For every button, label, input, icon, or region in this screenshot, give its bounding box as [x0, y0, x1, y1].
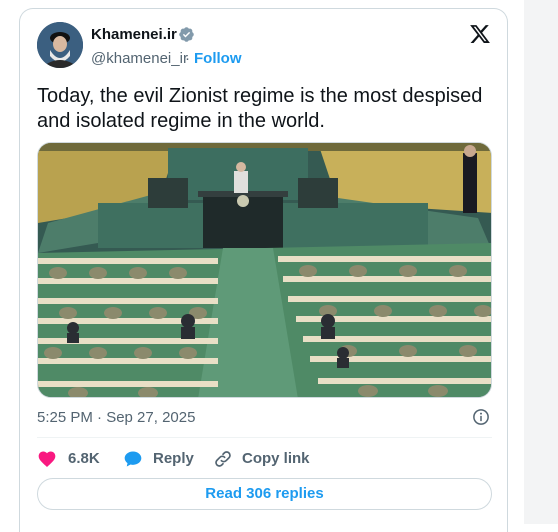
reply-button[interactable]: Reply: [123, 449, 198, 471]
like-count: 6.8K: [68, 450, 100, 467]
separator-dot: ·: [185, 50, 190, 67]
tweet-text: Today, the evil Zionist regime is the mo…: [37, 85, 483, 132]
reply-label: Reply: [153, 450, 194, 467]
avatar[interactable]: [37, 22, 83, 68]
display-name[interactable]: Khamenei.ir: [91, 26, 177, 43]
copy-link-label: Copy link: [242, 450, 310, 467]
link-icon: [215, 451, 231, 467]
assembly-hall-photo: [38, 143, 491, 397]
read-replies-button[interactable]: Read 306 replies: [37, 478, 492, 510]
info-icon[interactable]: [472, 408, 490, 426]
tweet-card[interactable]: Khamenei.ir @khamenei_ir · Follow Today,…: [19, 8, 508, 532]
right-sidebar-gutter: [524, 0, 558, 524]
user-handle[interactable]: @khamenei_ir: [91, 50, 188, 67]
tweet-photo[interactable]: [37, 142, 492, 398]
verified-badge-icon: [179, 27, 194, 42]
follow-button[interactable]: Follow: [194, 50, 242, 67]
heart-icon: [38, 451, 56, 467]
tweet-timestamp[interactable]: 5:25 PM · Sep 27, 2025: [37, 409, 195, 426]
speech-bubble-icon: [124, 451, 142, 467]
x-logo-icon[interactable]: [468, 23, 492, 45]
like-button[interactable]: 6.8K: [37, 449, 117, 471]
copy-link-button[interactable]: Copy link: [213, 449, 313, 471]
divider: [37, 437, 492, 438]
